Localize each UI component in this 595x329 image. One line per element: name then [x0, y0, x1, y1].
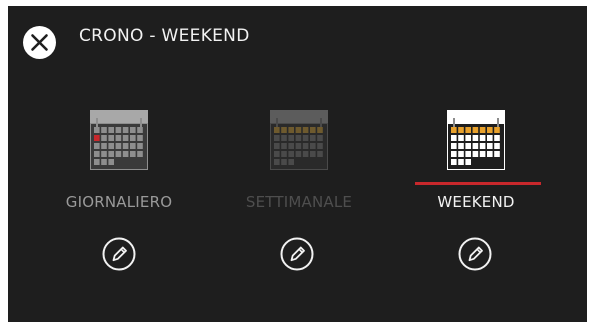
mode-label-weekly: SETTIMANALE	[245, 193, 353, 211]
edit-daily-button[interactable]	[102, 237, 136, 271]
page-title: CRONO - WEEKEND	[79, 26, 250, 46]
crono-screen: CRONO - WEEKEND GIORNALIERO SETTIMANALE	[8, 6, 587, 322]
edit-weekly-button[interactable]	[280, 237, 314, 271]
mode-label-weekend: WEEKEND	[437, 193, 515, 211]
mode-label-daily: GIORNALIERO	[65, 193, 173, 211]
calendar-weekend-icon	[447, 110, 505, 170]
close-button[interactable]	[23, 26, 56, 59]
pencil-icon	[280, 237, 314, 271]
pencil-icon	[458, 237, 492, 271]
calendar-daily-icon	[90, 110, 148, 170]
selected-underline	[415, 182, 541, 185]
edit-weekend-button[interactable]	[458, 237, 492, 271]
pencil-icon	[102, 237, 136, 271]
close-icon	[31, 34, 48, 51]
calendar-weekly-icon	[270, 110, 328, 170]
